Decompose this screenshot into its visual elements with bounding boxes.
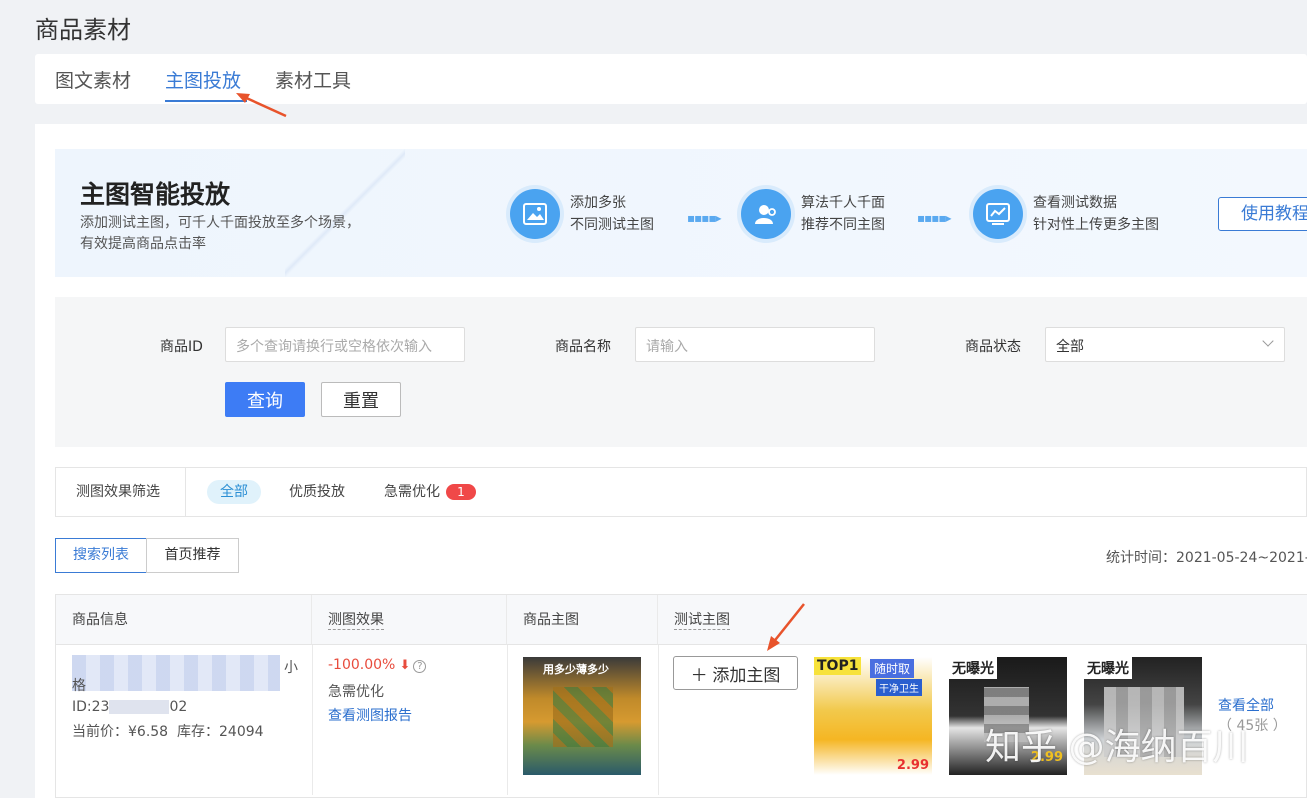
tab-image-text[interactable]: 图文素材 [55, 66, 131, 93]
test-image-1[interactable]: TOP1 随时取 干净卫生 2.99 [814, 657, 932, 775]
blurred-id [109, 700, 170, 714]
step-arrow-2: ▪▪▪▪▸ [917, 211, 952, 225]
step3-line1: 查看测试数据 [1033, 195, 1117, 211]
arrow-down-icon: ⬇ [395, 658, 411, 673]
product-status-label: 商品状态 [965, 339, 1021, 355]
blurred-product-name [72, 655, 280, 691]
header-test-effect-label: 测图效果 [328, 612, 384, 630]
step2-line1: 算法千人千面 [801, 195, 885, 211]
product-id: ID:23 02 [72, 699, 187, 715]
step2-line2: 推荐不同主图 [801, 217, 885, 233]
product-name-head: 格 [72, 678, 86, 694]
product-name-label: 商品名称 [555, 339, 611, 355]
header-main-image: 商品主图 [507, 595, 658, 645]
product-id-input[interactable]: 多个查询请换行或空格依次输入 [225, 327, 465, 362]
add-main-image-button[interactable]: ＋ 添加主图 [673, 656, 798, 690]
help-icon[interactable]: ? [413, 660, 427, 673]
urgent-label: 急需优化 [384, 484, 440, 500]
banner-description: 添加测试主图，可千人千面投放至多个场景， 有效提高商品点击率 [80, 213, 360, 255]
status-select-value: 全部 [1056, 339, 1084, 355]
annotation-arrow-add [767, 603, 805, 651]
filter-option-urgent[interactable]: 急需优化 1 [384, 480, 476, 504]
product-stock: 库存：24094 [177, 724, 264, 740]
step-view-data: 查看测试数据 针对性上传更多主图 [973, 189, 1159, 239]
banner-desc-line2: 有效提高商品点击率 [80, 236, 206, 252]
product-id-label: 商品ID [160, 339, 203, 355]
test-image-1-tag: TOP1 [814, 657, 862, 675]
product-price: 当前价：¥6.58 [72, 724, 169, 740]
product-id-suffix: 02 [169, 699, 188, 715]
test-image-1-caption: 随时取 [870, 659, 915, 678]
view-report-link[interactable]: 查看测图报告 [328, 705, 412, 725]
step3-line2: 针对性上传更多主图 [1033, 217, 1159, 233]
main-card: 主图智能投放 添加测试主图，可千人千面投放至多个场景， 有效提高商品点击率 添加… [35, 124, 1307, 798]
effect-value: -100.00% ⬇? [328, 657, 427, 673]
chart-icon [973, 189, 1023, 239]
add-main-image-label: 添加主图 [712, 665, 781, 685]
tab-main-image[interactable]: 主图投放 [165, 66, 241, 93]
watermark: 知乎 @海纳百川 [985, 727, 1249, 768]
product-main-image[interactable]: 用多少薄多少 [523, 657, 641, 775]
col-divider [507, 645, 508, 795]
urgent-count-badge: 1 [446, 484, 476, 500]
test-image-1-sub: 干净卫生 [876, 679, 922, 696]
test-image-3-tag: 无曝光 [1084, 657, 1132, 679]
product-status-select[interactable]: 全部 [1045, 327, 1285, 362]
main-image-caption: 用多少薄多少 [543, 663, 609, 676]
tabs-bar: 图文素材 主图投放 素材工具 [35, 54, 1307, 104]
col-divider [658, 645, 659, 795]
reset-button[interactable]: 重置 [321, 382, 401, 417]
filter-panel: 商品ID 多个查询请换行或空格依次输入 商品名称 请输入 商品状态 全部 查询 … [55, 297, 1307, 447]
image-icon [510, 189, 560, 239]
effect-value-text: -100.00% [328, 657, 396, 673]
step1-line1: 添加多张 [570, 195, 626, 211]
search-list-tab[interactable]: 搜索列表 [55, 538, 147, 573]
page-title: 商品素材 [35, 16, 131, 44]
step1-line2: 不同测试主图 [570, 217, 654, 233]
tutorial-button[interactable]: 使用教程 [1218, 197, 1307, 231]
banner-title: 主图智能投放 [80, 180, 231, 209]
users-icon [741, 189, 791, 239]
product-id-prefix: ID:23 [72, 699, 110, 715]
effect-filter-label: 测图效果筛选 [56, 468, 186, 516]
header-test-images-label: 测试主图 [674, 612, 730, 630]
banner-desc-line1: 添加测试主图，可千人千面投放至多个场景， [80, 215, 360, 231]
test-image-1-price: 2.99 [896, 758, 929, 773]
step-add-images: 添加多张 不同测试主图 [510, 189, 654, 239]
filter-option-all[interactable]: 全部 [207, 480, 261, 504]
stat-time: 统计时间：2021-05-24~2021- [1106, 550, 1307, 566]
test-image-2-tag: 无曝光 [949, 657, 997, 679]
query-button[interactable]: 查询 [225, 382, 305, 417]
annotation-arrow-tab [236, 93, 287, 118]
chevron-down-icon [1262, 335, 1274, 347]
header-test-effect: 测图效果 [312, 595, 507, 645]
header-test-images: 测试主图 [658, 595, 1307, 645]
step-arrow-1: ▪▪▪▪▸ [687, 211, 722, 225]
product-name-input[interactable]: 请输入 [635, 327, 875, 362]
blurred-region [553, 687, 613, 747]
header-product-info: 商品信息 [56, 595, 312, 645]
home-recommend-tab[interactable]: 首页推荐 [146, 538, 239, 573]
plus-icon: ＋ [690, 665, 713, 685]
effect-filter-bar: 测图效果筛选 全部 优质投放 急需优化 1 [55, 467, 1307, 517]
product-name-tail: 小 [284, 660, 298, 676]
col-divider [312, 645, 313, 795]
effect-status: 急需优化 [328, 684, 384, 700]
filter-option-quality[interactable]: 优质投放 [289, 480, 345, 504]
step-algorithm: 算法千人千面 推荐不同主图 [741, 189, 885, 239]
intro-banner: 主图智能投放 添加测试主图，可千人千面投放至多个场景， 有效提高商品点击率 添加… [55, 149, 1307, 277]
view-all-link[interactable]: 查看全部 [1218, 695, 1274, 715]
product-price-stock: 当前价：¥6.58 库存：24094 [72, 721, 264, 741]
